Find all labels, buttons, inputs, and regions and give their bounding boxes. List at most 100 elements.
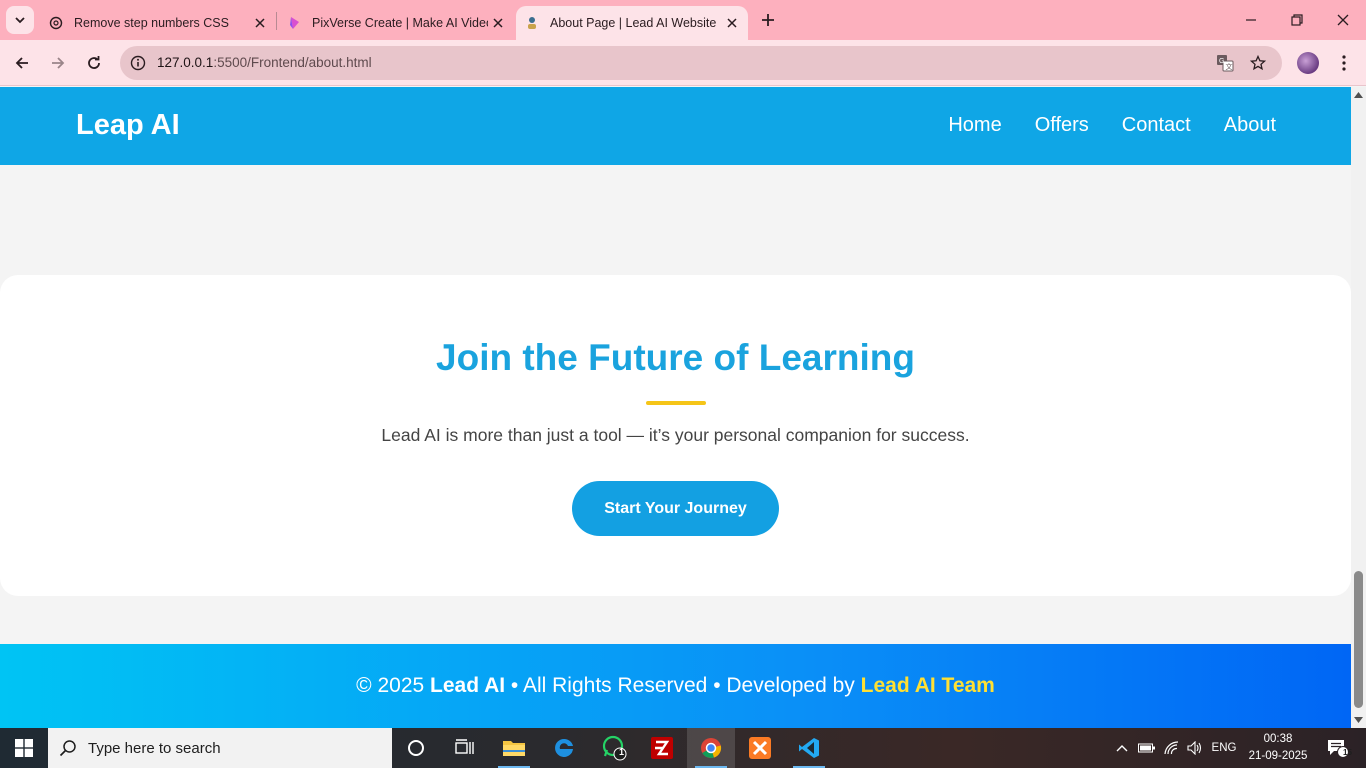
page-viewport: Leap AI Home Offers Contact About Join t… — [0, 87, 1351, 728]
filezilla-app[interactable] — [638, 728, 686, 768]
start-button[interactable] — [0, 728, 48, 768]
network-tray[interactable] — [1160, 728, 1184, 768]
footer-copyright: © 2025 — [356, 674, 431, 697]
whatsapp-badge: 1 — [619, 747, 625, 757]
task-view-icon — [455, 739, 474, 754]
nav-link-home[interactable]: Home — [948, 114, 1001, 137]
close-icon — [1337, 14, 1349, 26]
xampp-app[interactable] — [736, 728, 784, 768]
notification-center-button[interactable]: 15 — [1318, 728, 1358, 768]
search-placeholder: Type here to search — [88, 739, 221, 757]
browser-toolbar: 127.0.0.1:5500/Frontend/about.html G文 — [0, 40, 1366, 86]
browser-menu-button[interactable] — [1332, 51, 1356, 75]
reload-icon — [88, 56, 100, 69]
windows-icon — [15, 739, 33, 757]
tab-strip: Remove step numbers CSS PixVerse Create … — [0, 0, 1366, 40]
scroll-up-icon[interactable] — [1354, 90, 1363, 99]
footer-text: © 2025 Lead AI • All Rights Reserved • D… — [356, 674, 995, 698]
site-footer: © 2025 Lead AI • All Rights Reserved • D… — [0, 644, 1351, 728]
site-header: Leap AI Home Offers Contact About — [0, 87, 1351, 165]
scroll-down-icon[interactable] — [1354, 715, 1363, 724]
url-host: 127.0.0.1 — [157, 55, 214, 70]
clock[interactable]: 00:38 21-09-2025 — [1240, 731, 1316, 765]
chevron-up-icon — [1116, 745, 1128, 752]
folder-icon — [503, 741, 525, 756]
cta-section: Join the Future of Learning Lead AI is m… — [0, 275, 1351, 596]
pixverse-icon — [286, 15, 302, 31]
footer-brand: Lead AI — [430, 674, 506, 697]
more-vertical-icon — [1342, 55, 1346, 71]
vscode-app[interactable] — [785, 728, 833, 768]
address-bar[interactable]: 127.0.0.1:5500/Frontend/about.html G文 — [120, 46, 1282, 80]
cta-title: Join the Future of Learning — [436, 337, 915, 378]
translate-icon[interactable]: G文 — [1215, 53, 1235, 73]
scroll-thumb[interactable] — [1354, 571, 1363, 708]
svg-text:G: G — [1219, 58, 1224, 65]
url-path: :5500/Frontend/about.html — [213, 55, 372, 70]
volume-icon — [1187, 741, 1202, 755]
cortana-icon — [408, 740, 424, 756]
site-logo[interactable]: Leap AI — [76, 109, 180, 142]
url-text: 127.0.0.1:5500/Frontend/about.html — [157, 55, 372, 70]
arrow-right-icon — [52, 57, 65, 69]
edge-app[interactable] — [540, 728, 588, 768]
page-scrollbar[interactable] — [1351, 87, 1366, 728]
site-info-icon[interactable] — [128, 53, 148, 73]
clock-time: 00:38 — [1263, 733, 1293, 745]
tab-about-page[interactable]: About Page | Lead AI Website — [516, 6, 748, 40]
nav-link-contact[interactable]: Contact — [1122, 114, 1191, 137]
tab-label: PixVerse Create | Make AI Video — [312, 16, 488, 30]
taskbar-search[interactable]: Type here to search — [48, 728, 392, 768]
battery-tray[interactable] — [1136, 728, 1158, 768]
bookmark-star-icon[interactable] — [1248, 53, 1268, 73]
cta-description: Lead AI is more than just a tool — it’s … — [381, 425, 970, 445]
reload-button[interactable] — [78, 47, 110, 79]
close-window-button[interactable] — [1320, 0, 1366, 40]
chevron-down-icon — [15, 17, 25, 24]
tab-remove-step-numbers[interactable]: Remove step numbers CSS — [40, 6, 276, 40]
tab-separator — [276, 12, 277, 30]
minimize-icon — [1246, 19, 1256, 21]
clock-date: 21-09-2025 — [1248, 750, 1308, 762]
new-tab-button[interactable] — [756, 8, 780, 32]
search-icon — [48, 739, 88, 757]
chrome-app[interactable] — [687, 728, 735, 768]
battery-icon — [1138, 743, 1155, 753]
minimize-button[interactable] — [1228, 0, 1274, 40]
tab-label: Remove step numbers CSS — [74, 16, 229, 30]
taskbar: Type here to search 1 ENG 00:38 21-09-20… — [0, 728, 1366, 768]
svg-text:文: 文 — [1226, 62, 1233, 71]
site-nav: Home Offers Contact About — [948, 114, 1276, 137]
close-icon[interactable] — [722, 13, 742, 33]
whatsapp-app[interactable]: 1 — [590, 728, 638, 768]
xampp-icon — [749, 737, 771, 759]
filezilla-icon — [651, 737, 673, 759]
close-icon[interactable] — [488, 13, 508, 33]
vscode-icon — [799, 738, 819, 758]
edge-icon — [555, 738, 573, 757]
site-icon — [524, 15, 540, 31]
show-hidden-icons[interactable] — [1112, 728, 1132, 768]
nav-link-offers[interactable]: Offers — [1035, 114, 1089, 137]
forward-button[interactable] — [42, 47, 74, 79]
volume-tray[interactable] — [1184, 728, 1206, 768]
nav-link-about[interactable]: About — [1224, 114, 1276, 137]
close-icon[interactable] — [250, 13, 270, 33]
start-journey-button[interactable]: Start Your Journey — [572, 481, 779, 536]
arrow-left-icon — [15, 57, 28, 69]
openai-icon — [48, 15, 64, 31]
notification-count: 15 — [1343, 748, 1352, 757]
restore-icon — [1291, 14, 1303, 26]
cortana-button[interactable] — [392, 728, 440, 768]
tab-label: About Page | Lead AI Website — [550, 16, 717, 30]
plus-icon — [762, 14, 774, 26]
tab-search-button[interactable] — [6, 6, 34, 34]
tab-pixverse[interactable]: PixVerse Create | Make AI Video — [278, 6, 514, 40]
profile-avatar[interactable] — [1297, 52, 1319, 74]
file-explorer-app[interactable] — [490, 728, 538, 768]
restore-button[interactable] — [1274, 0, 1320, 40]
title-underline — [646, 401, 706, 405]
task-view-button[interactable] — [440, 728, 488, 768]
back-button[interactable] — [6, 47, 38, 79]
language-indicator[interactable]: ENG — [1208, 728, 1240, 768]
